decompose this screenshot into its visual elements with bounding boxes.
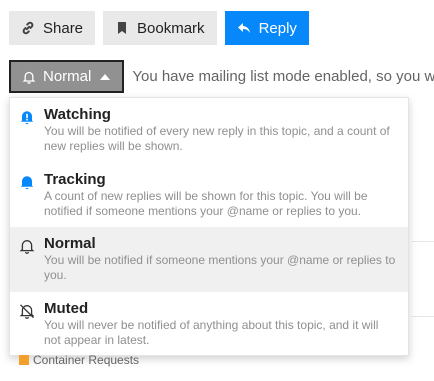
mailing-list-notice: You have mailing list mode enabled, so y… [132, 68, 434, 85]
option-description: You will be notified of every new reply … [44, 124, 390, 153]
bookmark-icon [115, 21, 129, 35]
background-divider [412, 241, 434, 242]
option-description: You will never be notified of anything a… [44, 317, 379, 347]
option-normal[interactable]: Normal You will be notified if someone m… [10, 227, 408, 292]
option-watching[interactable]: Watching You will be notified of every n… [10, 98, 408, 163]
topic-footer-buttons: Share Bookmark Reply [9, 11, 309, 45]
category-badge[interactable]: Container Requests [19, 353, 139, 367]
background-divider [412, 316, 434, 317]
reply-button[interactable]: Reply [224, 11, 309, 45]
notification-level-dropdown: Watching You will be notified of every n… [9, 97, 409, 356]
option-description: You will be notified if someone mentions… [44, 253, 396, 282]
option-title: Tracking [44, 170, 106, 188]
caret-up-icon [100, 73, 111, 80]
option-description: A count of new replies will be shown for… [44, 188, 368, 218]
option-title: Normal [44, 235, 96, 252]
bell-filled-icon [19, 174, 35, 190]
notification-level-button[interactable]: Normal [9, 60, 125, 93]
reply-icon [237, 21, 251, 35]
share-label: Share [43, 19, 84, 37]
bell-outline-icon [19, 238, 35, 254]
bell-exclamation-icon [19, 109, 35, 125]
bookmark-button[interactable]: Bookmark [103, 11, 217, 45]
link-icon [21, 21, 35, 35]
option-title: Muted [44, 299, 89, 317]
bell-slash-icon [19, 303, 35, 319]
bookmark-label: Bookmark [137, 19, 205, 37]
category-name: Container Requests [33, 353, 140, 367]
notifications-row: Normal You have mailing list mode enable… [9, 60, 434, 93]
share-button[interactable]: Share [9, 11, 96, 45]
bell-outline-icon [22, 70, 36, 84]
option-title: Watching [44, 106, 111, 123]
option-muted[interactable]: Muted You will never be notified of anyt… [10, 292, 408, 357]
option-tracking[interactable]: Tracking A count of new replies will be … [10, 163, 408, 228]
notification-level-label: Normal [43, 68, 92, 85]
category-color-swatch [19, 355, 29, 365]
reply-label: Reply [258, 19, 297, 37]
topic-footer: Share Bookmark Reply Normal You have mai… [0, 0, 434, 381]
